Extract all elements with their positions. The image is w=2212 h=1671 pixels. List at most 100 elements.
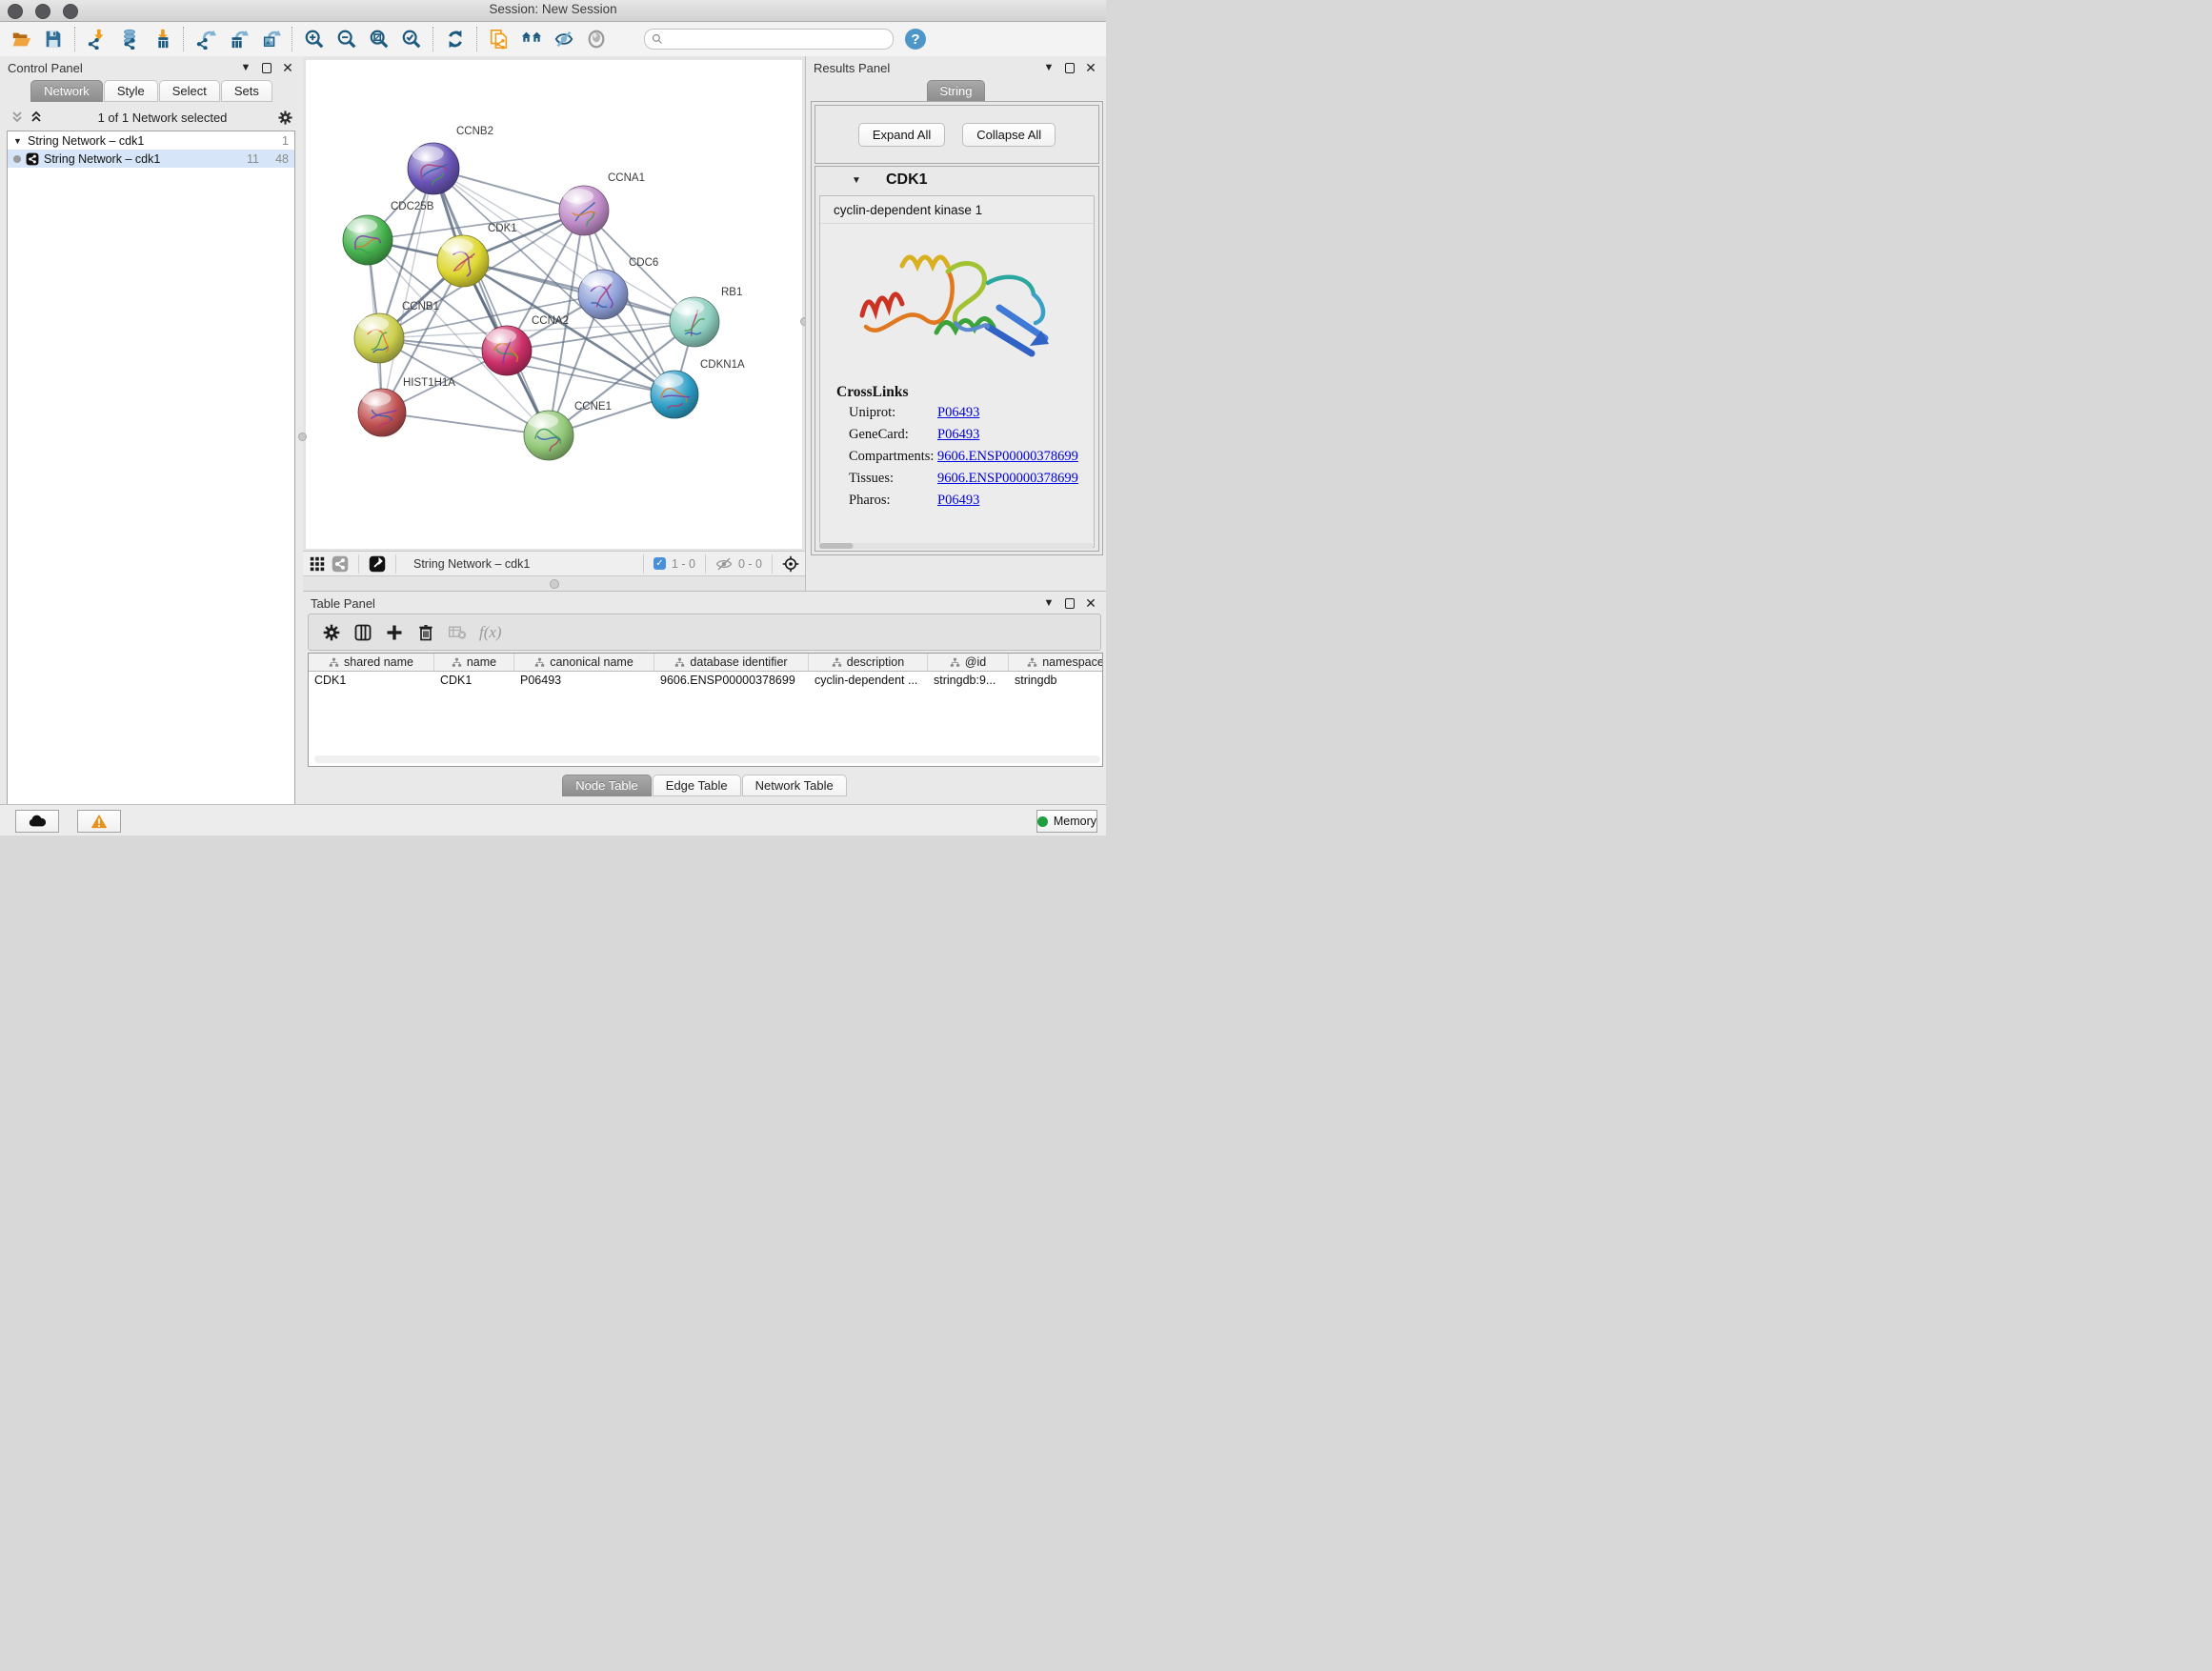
cell[interactable]: cyclin-dependent ... bbox=[809, 672, 928, 688]
expand-all-icon[interactable] bbox=[29, 110, 44, 125]
grid-view-icon[interactable] bbox=[309, 555, 326, 573]
clone-network-button[interactable] bbox=[488, 28, 511, 50]
column-header-namespace[interactable]: namespace bbox=[1009, 654, 1103, 671]
warnings-button[interactable] bbox=[77, 810, 121, 833]
node-CDK1[interactable]: CDK1 bbox=[437, 223, 517, 287]
horizontal-splitter[interactable] bbox=[303, 577, 805, 591]
tab-style[interactable]: Style bbox=[104, 80, 158, 102]
crosslink-link[interactable]: P06493 bbox=[937, 427, 979, 443]
zoom-out-button[interactable] bbox=[335, 28, 358, 50]
help-button[interactable]: ? bbox=[905, 29, 926, 50]
zoom-selected-icon bbox=[401, 29, 422, 50]
import-network-database-button[interactable] bbox=[118, 28, 141, 50]
column-header-description[interactable]: description bbox=[809, 654, 928, 671]
close-panel-icon[interactable]: ✕ bbox=[1083, 60, 1098, 75]
column-type-icon bbox=[534, 657, 545, 668]
import-table-file-button[interactable] bbox=[151, 28, 173, 50]
zoom-fit-button[interactable] bbox=[368, 28, 391, 50]
cell[interactable]: 9606.ENSP00000378699 bbox=[654, 672, 809, 688]
export-table-button[interactable] bbox=[227, 28, 250, 50]
open-session-button[interactable] bbox=[10, 28, 32, 50]
zoom-selected-button[interactable] bbox=[400, 28, 423, 50]
cell[interactable]: CDK1 bbox=[309, 672, 434, 688]
crosslink-link[interactable]: 9606.ENSP00000378699 bbox=[937, 449, 1078, 465]
tab-sets[interactable]: Sets bbox=[221, 80, 272, 102]
selected-checkbox[interactable]: ✓ bbox=[654, 557, 666, 570]
close-panel-icon[interactable]: ✕ bbox=[1083, 595, 1098, 611]
collapse-all-icon[interactable] bbox=[10, 110, 25, 125]
tab-network-table[interactable]: Network Table bbox=[742, 775, 847, 796]
network-canvas[interactable]: CCNB2CCNA1CDC25BCDK1CDC6RB1CCNB1CCNA2CDK… bbox=[306, 60, 802, 549]
edge-CCNB2-CCNE1[interactable] bbox=[433, 169, 549, 435]
detach-view-icon[interactable] bbox=[369, 555, 386, 573]
cell[interactable]: stringdb:9... bbox=[928, 672, 1009, 688]
cell[interactable]: stringdb bbox=[1009, 672, 1103, 688]
show-hide-button[interactable] bbox=[553, 28, 575, 50]
memory-button[interactable]: Memory bbox=[1036, 810, 1097, 833]
export-image-button[interactable] bbox=[259, 28, 282, 50]
crosslink-link[interactable]: 9606.ENSP00000378699 bbox=[937, 471, 1078, 487]
crosslink-link[interactable]: P06493 bbox=[937, 405, 979, 421]
results-scrollbar[interactable] bbox=[819, 543, 1093, 549]
search-input[interactable] bbox=[668, 31, 886, 47]
tab-node-table[interactable]: Node Table bbox=[562, 775, 652, 796]
search-field[interactable] bbox=[644, 29, 894, 50]
card-expander-icon[interactable]: ▼ bbox=[852, 175, 861, 186]
tab-string[interactable]: String bbox=[927, 80, 986, 102]
import-network-file-button[interactable] bbox=[86, 28, 109, 50]
cell[interactable]: CDK1 bbox=[434, 672, 514, 688]
node-HIST1H1A[interactable]: HIST1H1A bbox=[358, 377, 455, 436]
table-horizontal-scrollbar[interactable] bbox=[314, 755, 1100, 763]
create-column-icon[interactable] bbox=[385, 623, 404, 642]
column-header-database-identifier[interactable]: database identifier bbox=[654, 654, 809, 671]
tab-select[interactable]: Select bbox=[159, 80, 220, 102]
selection-status: 1 of 1 Network selected bbox=[48, 111, 277, 125]
table-options-gear-icon[interactable] bbox=[322, 623, 341, 642]
maximize-panel-icon[interactable] bbox=[259, 60, 274, 75]
network-row-selected[interactable]: String Network – cdk1 11 48 bbox=[8, 150, 294, 168]
collapse-all-button[interactable]: Collapse All bbox=[962, 123, 1056, 147]
tab-edge-table[interactable]: Edge Table bbox=[653, 775, 741, 796]
column-header-canonical-name[interactable]: canonical name bbox=[514, 654, 654, 671]
collection-name: String Network – cdk1 bbox=[28, 134, 230, 148]
column-header-shared-name[interactable]: shared name bbox=[309, 654, 434, 671]
network-options-gear-icon[interactable] bbox=[277, 110, 293, 126]
maximize-panel-icon[interactable] bbox=[1062, 595, 1077, 611]
node-CDKN1A[interactable]: CDKN1A bbox=[651, 359, 745, 418]
left-splitter-handle[interactable] bbox=[298, 433, 307, 441]
maximize-panel-icon[interactable] bbox=[1062, 60, 1077, 75]
edge-HIST1H1A-CCNE1[interactable] bbox=[382, 413, 549, 435]
column-label: @id bbox=[965, 655, 986, 669]
cell[interactable]: P06493 bbox=[514, 672, 654, 688]
node-CCNB1[interactable]: CCNB1 bbox=[354, 301, 439, 363]
close-panel-icon[interactable]: ✕ bbox=[280, 60, 295, 75]
delete-column-icon[interactable] bbox=[416, 623, 435, 642]
birdseye-crosshair-icon[interactable] bbox=[782, 555, 799, 573]
cloud-button[interactable] bbox=[15, 810, 59, 833]
birdseye-button[interactable] bbox=[585, 28, 608, 50]
refresh-view-button[interactable] bbox=[444, 28, 467, 50]
crosslink-row: Compartments:9606.ENSP00000378699 bbox=[836, 449, 1094, 465]
node-CCNB2[interactable]: CCNB2 bbox=[408, 126, 493, 194]
column-header--id[interactable]: @id bbox=[928, 654, 1009, 671]
crosslink-link[interactable]: P06493 bbox=[937, 493, 979, 509]
float-panel-icon[interactable]: ▼ bbox=[1041, 60, 1056, 75]
show-column-icon[interactable] bbox=[353, 623, 372, 642]
node-CCNA1[interactable]: CCNA1 bbox=[559, 172, 645, 235]
network-collection-row[interactable]: ▼ String Network – cdk1 1 bbox=[8, 131, 294, 150]
tab-network[interactable]: Network bbox=[30, 80, 103, 102]
export-network-button[interactable] bbox=[194, 28, 217, 50]
node-RB1[interactable]: RB1 bbox=[670, 287, 742, 347]
column-header-name[interactable]: name bbox=[434, 654, 514, 671]
collection-expander-icon[interactable]: ▼ bbox=[13, 136, 23, 146]
expand-all-button[interactable]: Expand All bbox=[858, 123, 945, 147]
save-session-button[interactable] bbox=[42, 28, 65, 50]
first-neighbors-button[interactable] bbox=[520, 28, 543, 50]
float-panel-icon[interactable]: ▼ bbox=[1041, 595, 1056, 611]
zoom-in-button[interactable] bbox=[303, 28, 326, 50]
share-view-icon[interactable] bbox=[332, 555, 349, 573]
table-row[interactable]: CDK1CDK1P064939606.ENSP00000378699cyclin… bbox=[309, 672, 1102, 688]
node-label-HIST1H1A: HIST1H1A bbox=[403, 377, 455, 389]
table-type-tabs: Node TableEdge TableNetwork Table bbox=[303, 775, 1106, 796]
float-panel-icon[interactable]: ▼ bbox=[238, 60, 253, 75]
